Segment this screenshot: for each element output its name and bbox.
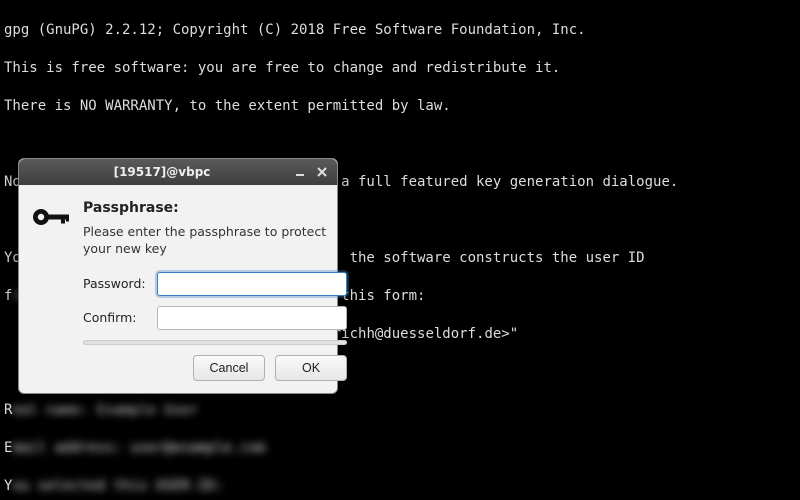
minimize-icon[interactable] [291, 163, 309, 181]
dialog-message: Please enter the passphrase to protect y… [83, 224, 347, 258]
ok-button[interactable]: OK [275, 355, 347, 381]
cancel-button[interactable]: Cancel [193, 355, 265, 381]
term-line-obscured: mail address: user@example.com [12, 440, 265, 456]
term-line: There is NO WARRANTY, to the extent perm… [4, 98, 451, 114]
close-icon[interactable] [313, 163, 331, 181]
confirm-label: Confirm: [83, 308, 149, 327]
dialog-title: [19517]@vbpc [37, 163, 287, 182]
passphrase-strength-bar [83, 340, 347, 345]
term-line: This is free software: you are free to c… [4, 60, 560, 76]
term-line-obscured: ou selected this USER-ID: [12, 478, 223, 494]
passphrase-dialog: [19517]@vbpc Passphrase: Please enter th… [18, 158, 338, 394]
term-line: gpg (GnuPG) 2.2.12; Copyright (C) 2018 F… [4, 22, 586, 38]
password-label: Password: [83, 274, 149, 293]
password-input[interactable] [157, 272, 347, 296]
dialog-heading: Passphrase: [83, 199, 347, 218]
key-icon [31, 199, 71, 381]
confirm-input[interactable] [157, 306, 347, 330]
dialog-titlebar[interactable]: [19517]@vbpc [19, 159, 337, 185]
term-line-obscured: eal name: Example User [12, 402, 197, 418]
